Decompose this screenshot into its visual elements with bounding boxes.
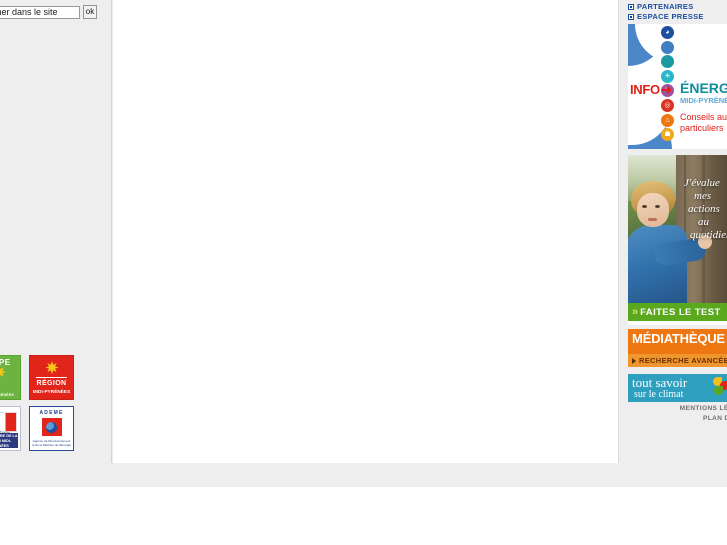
triangle-right-icon	[632, 357, 636, 364]
teaser-evaluation[interactable]: J'évalue mes actions au quotidien » FAIT…	[628, 155, 727, 325]
climat-line2: sur le climat	[634, 389, 684, 400]
partner-logos: ARPE MIDI-PYRÉNÉES RÉGION MIDI-PYRÉNÉES	[0, 355, 110, 457]
water-drop-icon	[661, 40, 674, 54]
logo-ademe-caption: Agence de l'Environnement et de la Maîtr…	[31, 439, 72, 447]
bullet-square-icon	[628, 3, 634, 10]
logo-divider	[36, 377, 67, 378]
teaser-quote-line-4: au	[698, 216, 709, 228]
mediatheque-block[interactable]: MÉDIATHÈQUE RECHERCHE AVANCÉE	[628, 329, 727, 367]
faites-le-test-button[interactable]: » FAITES LE TEST	[628, 303, 727, 321]
recherche-avancee-label: RECHERCHE AVANCÉE	[639, 356, 727, 365]
info-energie-word-info: INFO	[630, 82, 660, 97]
footer-link-mentions-legales[interactable]: MENTIONS LÉGALES	[658, 404, 727, 414]
teaser-quote-line-1: J'évalue	[684, 177, 720, 189]
logo-region-name: RÉGION	[36, 380, 67, 387]
logo-arpe-region: MIDI-PYRÉNÉES	[0, 393, 14, 397]
info-energie-word-energie: ÉNERGIE	[680, 80, 727, 96]
logo-region-sub: MIDI-PYRÉNÉES	[32, 389, 71, 394]
footer-link-liens[interactable]: LIENS	[658, 424, 727, 434]
person-icon: ☗	[661, 128, 674, 142]
main-content-area	[113, 0, 619, 463]
mediatheque-title: MÉDIATHÈQUE	[632, 331, 725, 346]
site-search: ok	[0, 5, 100, 19]
target-icon: ◎	[661, 98, 674, 112]
recherche-avancee-link[interactable]: RECHERCHE AVANCÉE	[628, 354, 727, 367]
page-bottom-white	[0, 487, 727, 545]
globe-icon	[46, 421, 57, 433]
occitan-cross-icon	[0, 367, 6, 377]
nav-link-espace-presse-label: ESPACE PRESSE	[637, 12, 704, 21]
teaser-quote: J'évalue mes actions au quotidien	[684, 177, 727, 242]
logo-region-midi-pyrenees[interactable]: RÉGION MIDI-PYRÉNÉES	[29, 355, 74, 400]
teaser-quote-line-5: quotidien	[690, 229, 727, 241]
right-sidebar: PARTENAIRES ESPACE PRESSE CONTACTS ◕ ☀ ⚲…	[628, 0, 727, 463]
info-energie-region: MIDI-PYRÉNÉES	[680, 96, 727, 105]
banner-info-energie[interactable]: ◕ ☀ ⚲ ◎ ⌂ ☗ INFO ➜ ÉNERGIE MIDI-PYRÉNÉES…	[628, 24, 727, 149]
photo-child-shirt	[628, 225, 687, 303]
tout-savoir-climat-banner[interactable]: tout savoir sur le climat	[628, 374, 727, 402]
logo-ademe[interactable]: ADEME Agence de l'Environnement et de la…	[29, 406, 74, 451]
logo-prefecture[interactable]: Liberté · Égalité · Fraternité PRÉFECTUR…	[0, 406, 21, 451]
search-input[interactable]	[0, 5, 80, 19]
ademe-square	[41, 418, 62, 436]
footer-link-plan-du-site[interactable]: PLAN DU SITE	[658, 414, 727, 424]
arrow-right-icon: ➜	[661, 82, 672, 97]
logo-ademe-name: ADEME	[39, 410, 64, 416]
house-icon: ⌂	[661, 113, 674, 127]
page-root: ok ARPE MIDI-PYRÉNÉES RÉGION MIDI	[0, 0, 727, 545]
sun-icon: ☀	[661, 69, 674, 83]
nav-link-partenaires-label: PARTENAIRES	[637, 2, 694, 11]
left-sidebar: ok ARPE MIDI-PYRÉNÉES RÉGION MIDI	[0, 0, 110, 463]
nav-link-partenaires[interactable]: PARTENAIRES	[628, 2, 727, 11]
faites-le-test-label: FAITES LE TEST	[640, 306, 721, 318]
teaser-quote-line-3: actions	[688, 203, 720, 215]
logo-prefecture-band: PRÉFECTURE DE LA RÉGION MIDI-PYRÉNÉES	[0, 433, 18, 448]
info-energie-tagline-line2: particuliers	[680, 122, 724, 133]
photo-child-mouth	[648, 218, 657, 221]
leaf-cluster-icon	[713, 377, 727, 397]
bullet-square-icon	[628, 13, 634, 20]
child-photo: J'évalue mes actions au quotidien	[628, 155, 727, 303]
french-flag-icon	[0, 412, 17, 432]
photo-child-eye-right	[655, 205, 660, 208]
occitan-cross-icon	[44, 360, 59, 375]
nav-link-espace-presse[interactable]: ESPACE PRESSE	[628, 12, 727, 21]
info-energie-tagline: Conseils aux particuliers	[680, 112, 727, 133]
teaser-quote-line-2: mes	[694, 190, 712, 202]
info-energie-tagline-line1: Conseils aux	[680, 112, 727, 122]
double-chevron-right-icon: »	[632, 306, 638, 318]
leaf-icon	[661, 55, 674, 69]
footer-links: MENTIONS LÉGALES PLAN DU SITE LIENS	[658, 404, 727, 434]
globe-icon: ◕	[661, 26, 674, 39]
logo-arpe[interactable]: ARPE MIDI-PYRÉNÉES	[0, 355, 21, 400]
photo-child-eye-left	[642, 205, 647, 208]
photo-child-face	[637, 193, 669, 227]
search-submit-button[interactable]: ok	[83, 5, 97, 19]
